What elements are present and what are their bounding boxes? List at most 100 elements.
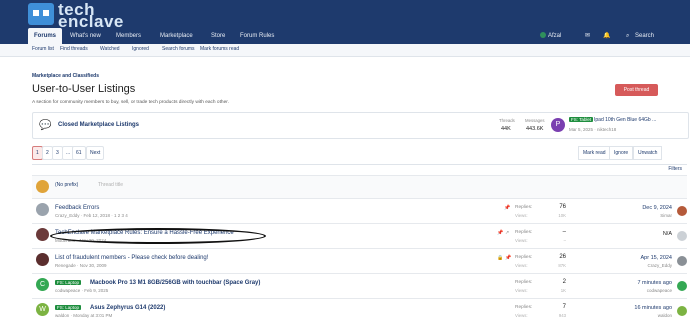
last-post-user[interactable]: Simar [610,213,672,218]
messages-label: Messages [525,118,545,123]
quick-thread-row: (No prefix) Thread title [32,175,687,198]
avatar[interactable] [677,206,687,216]
prefix-badge[interactable]: FS: Laptop [55,305,82,310]
prefix-selector[interactable]: (No prefix) [55,182,78,188]
latest-thread-title[interactable]: Ipad 10th Gen Blue 64Gb ... [594,117,656,123]
user-avatar-icon[interactable] [540,28,546,44]
filters-dropdown[interactable]: Filters [668,166,682,172]
views-label: Views: [515,213,528,218]
scribble-outline [50,228,266,244]
lock-icon: 🔒 [497,255,504,261]
nav-search[interactable]: Search [635,28,654,44]
views-label: Views: [515,263,528,268]
mark-read-button[interactable]: Mark read [578,146,611,160]
unwatch-button[interactable]: Unwatch [633,146,663,160]
thread-row[interactable]: TechEnclave Marketplace Rules: Ensure a … [32,223,687,248]
nav-store[interactable]: Store [211,28,225,44]
replies-label: Replies: [515,280,533,285]
pin-icon: 📌 [497,230,504,236]
thread-title[interactable]: Macbook Pro 13 M1 8GB/256GB with touchba… [90,280,260,286]
bell-icon[interactable]: 🔔 [603,28,610,44]
thread-title[interactable]: Asus Zephyrus G14 (2022) [90,305,165,311]
last-post-date[interactable]: Apr 15, 2024 [610,255,673,261]
messages-value: 443.6K [526,126,544,132]
mail-icon[interactable]: ✉ [585,28,590,44]
avatar[interactable] [36,253,49,266]
replies-value: 2 [562,279,566,285]
nav-user[interactable]: Afzal [548,28,561,44]
subnav-watched[interactable]: Watched [100,46,120,52]
last-post-date[interactable]: Dec 9, 2024 [610,205,672,211]
replies-label: Replies: [515,230,533,235]
ignore-button[interactable]: Ignore [609,146,634,160]
views-value: 943 [558,313,566,318]
replies-value: 76 [559,204,566,210]
breadcrumb[interactable]: Marketplace and Classifieds [32,73,99,79]
subnav-ignored[interactable]: Ignored [132,46,149,52]
avatar[interactable] [677,256,687,266]
replies-value: 7 [562,304,566,310]
replies-label: Replies: [515,205,533,210]
thread-title[interactable]: List of fraudulent members - Please chec… [55,255,208,261]
pin-icon: 📌 [505,255,512,261]
chat-icon: 💬 [39,120,52,131]
thread-row[interactable]: C FS: Laptop Macbook Pro 13 M1 8GB/256GB… [32,273,687,298]
nav-whats-new[interactable]: What's new [70,28,101,44]
avatar[interactable] [677,281,687,291]
filters-bar: Filters [32,164,687,175]
views-value: 10K [558,213,566,218]
avatar[interactable]: P [551,118,565,132]
threads-value: 44K [501,126,511,132]
last-post-user[interactable]: Crazy_Eddy [610,263,672,268]
thread-meta: Crazy_Eddy · Feb 12, 2018 · 1 2 3 4 [55,213,128,218]
last-post-user[interactable]: waldon [610,313,672,318]
thread-title-input[interactable]: Thread title [98,182,123,188]
search-icon[interactable]: ⌕ [626,28,629,44]
replies-label: Replies: [515,305,533,310]
page-61[interactable]: 61 [72,146,86,160]
avatar [677,231,687,241]
main-nav: Forums What's new Members Marketplace St… [0,28,690,44]
closed-listings-node[interactable]: 💬 Closed Marketplace Listings Threads 44… [32,112,689,139]
views-label: Views: [515,288,528,293]
avatar [36,180,49,193]
thread-meta: Renegade · Nov 30, 2009 [55,263,107,268]
last-post-date[interactable]: 16 minutes ago [610,305,672,311]
views-label: Views: [515,238,528,243]
views-value: 1K [560,288,566,293]
subnav-search-forums[interactable]: Search forums [162,46,195,52]
nav-forums[interactable]: Forums [28,28,63,44]
nav-marketplace[interactable]: Marketplace [160,28,193,44]
page-description: A section for community members to buy, … [32,100,229,105]
nav-forum-rules[interactable]: Forum Rules [240,28,274,44]
replies-value: 26 [559,254,566,260]
external-link-icon: ↗ [505,230,510,236]
prefix-badge[interactable]: FS: Laptop [55,280,82,285]
nav-members[interactable]: Members [116,28,141,44]
post-thread-button[interactable]: Post thread [615,84,658,96]
avatar[interactable] [36,203,49,216]
node-title[interactable]: Closed Marketplace Listings [58,122,139,128]
avatar[interactable] [677,306,687,316]
last-post-date[interactable]: 7 minutes ago [610,280,672,286]
thread-row[interactable]: W FS: Laptop Asus Zephyrus G14 (2022) wa… [32,298,687,330]
prefix-badge[interactable]: FS: Tablet [569,117,594,122]
avatar[interactable]: C [36,278,49,291]
thread-meta: codwapeace · Feb 9, 2025 [55,288,109,293]
last-post-user[interactable]: codwapeace [610,288,672,293]
subnav-forum-list[interactable]: Forum list [32,46,54,52]
next-page-button[interactable]: Next [86,146,105,160]
views-label: Views: [515,313,528,318]
views-value: – [563,238,566,243]
subnav-find-threads[interactable]: Find threads [60,46,88,52]
replies-value: – [562,229,566,235]
replies-label: Replies: [515,255,533,260]
logo-icon[interactable] [28,3,54,25]
avatar[interactable] [36,228,49,241]
thread-row[interactable]: List of fraudulent members - Please chec… [32,248,687,273]
subnav-mark-read[interactable]: Mark forums read [200,46,239,52]
thread-row[interactable]: Feedback Errors Crazy_Eddy · Feb 12, 201… [32,198,687,223]
avatar[interactable]: W [36,303,49,316]
thread-title[interactable]: Feedback Errors [55,205,99,211]
latest-thread-meta: Mar 5, 2025 · niktech18 [569,127,617,132]
